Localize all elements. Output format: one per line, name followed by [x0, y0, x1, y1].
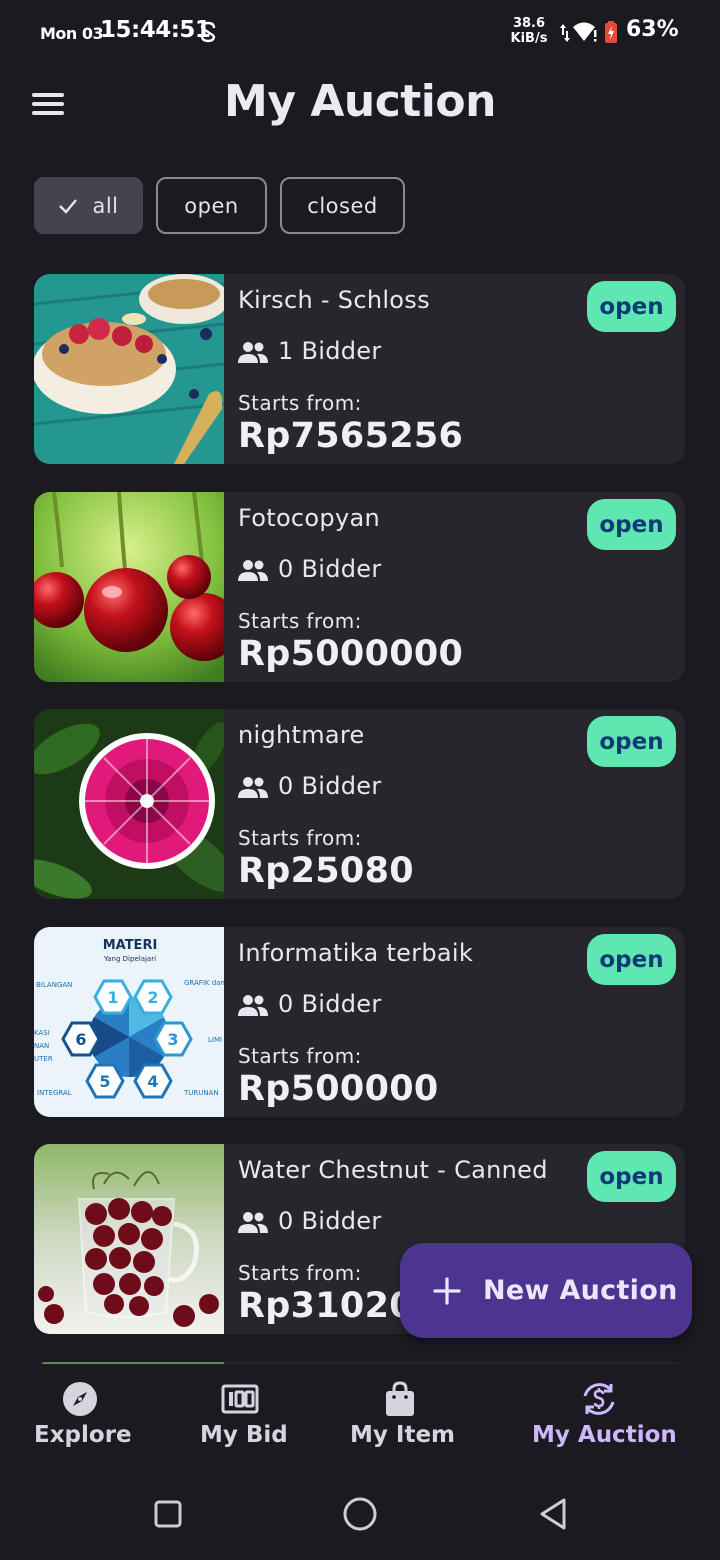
check-icon	[59, 198, 78, 214]
hex-number: 1	[107, 988, 118, 1007]
label-left-1: KASI	[34, 1029, 50, 1037]
label-turunan: TURUNAN	[183, 1089, 219, 1097]
auction-price: Rp25080	[238, 851, 414, 891]
status-badge: open	[587, 716, 676, 767]
auction-price: Rp500000	[238, 1069, 439, 1109]
page-title: My Auction	[224, 76, 496, 127]
system-navigation-bar	[0, 1474, 720, 1560]
auction-price: Rp7565256	[238, 416, 464, 456]
hex-number: 4	[147, 1072, 158, 1091]
people-icon	[238, 342, 268, 363]
people-icon	[238, 560, 268, 581]
starts-from-label: Starts from:	[238, 826, 362, 850]
currency-exchange-icon	[583, 1383, 615, 1415]
starts-from-label: Starts from:	[238, 391, 362, 415]
label-bilangan: BILANGAN	[36, 981, 72, 989]
bidder-count: 0 Bidder	[278, 555, 382, 583]
starts-from-label: Starts from:	[238, 1261, 362, 1285]
auction-thumbnail-cherries	[34, 492, 224, 682]
status-time: 15:44:51	[100, 17, 211, 43]
bidder-count: 0 Bidder	[278, 1207, 382, 1235]
filter-chip-label: open	[184, 193, 239, 218]
sync-icon	[200, 21, 216, 43]
status-badge: open	[587, 1151, 676, 1202]
auction-title: Fotocopyan	[238, 504, 380, 532]
nav-label: My Auction	[532, 1422, 677, 1448]
status-date: Mon 03	[40, 24, 104, 43]
new-auction-button[interactable]: New Auction	[400, 1243, 692, 1338]
auction-card[interactable]: Fotocopyan 0 Bidder Starts from: Rp50000…	[34, 492, 685, 682]
auction-thumbnail-materi: MATERI Yang Dipelajari BILANGAN GRAFIK d…	[34, 927, 224, 1117]
auction-title: Kirsch - Schloss	[238, 286, 430, 314]
status-badge: open	[587, 281, 676, 332]
network-speed-value: 38.6	[512, 16, 546, 31]
network-speed: 38.6 KiB/s	[505, 16, 553, 46]
hex-number: 6	[75, 1030, 86, 1049]
bidder-count: 1 Bidder	[278, 337, 382, 365]
materi-title: MATERI	[103, 938, 158, 953]
nav-label: Explore	[34, 1422, 132, 1448]
status-badge: open	[587, 499, 676, 550]
auction-card[interactable]: MATERI Yang Dipelajari BILANGAN GRAFIK d…	[34, 927, 685, 1117]
status-bar: Mon 03 15:44:51 38.6 KiB/s 63%	[0, 0, 720, 64]
back-icon[interactable]	[532, 1492, 576, 1536]
label-left-3: UTER	[34, 1055, 53, 1063]
label-integral: INTEGRAL	[37, 1089, 72, 1097]
auction-thumbnail-flower	[34, 709, 224, 899]
starts-from-label: Starts from:	[238, 1044, 362, 1068]
filter-chip-closed[interactable]: closed	[280, 177, 405, 234]
filter-chip-open[interactable]: open	[156, 177, 267, 234]
bidder-count: 0 Bidder	[278, 990, 382, 1018]
label-grafik: GRAFIK dan	[184, 979, 224, 987]
screen: Mon 03 15:44:51 38.6 KiB/s 63% My Auctio…	[0, 0, 720, 1560]
auction-price: Rp5000000	[238, 634, 464, 674]
bottom-navigation: Explore My Bid My Item My Auction	[0, 1364, 720, 1474]
status-badge: open	[587, 934, 676, 985]
shopping-bag-icon	[386, 1381, 414, 1416]
plus-icon	[433, 1276, 461, 1305]
nav-item-explore[interactable]: Explore	[20, 1364, 140, 1474]
data-arrows-icon	[560, 24, 570, 42]
nav-label: My Item	[350, 1422, 456, 1448]
bidder-count: 0 Bidder	[278, 772, 382, 800]
people-icon	[238, 995, 268, 1016]
filter-chip-label: closed	[307, 193, 378, 218]
auction-thumbnail-cherries-cup	[34, 1144, 224, 1334]
hex-number: 3	[167, 1030, 178, 1049]
nav-label: My Bid	[200, 1422, 288, 1448]
recent-apps-icon[interactable]	[146, 1492, 190, 1536]
label-left-2: NAN	[34, 1042, 49, 1050]
wifi-icon	[573, 22, 597, 42]
hex-number: 5	[99, 1072, 110, 1091]
home-icon[interactable]	[338, 1492, 382, 1536]
network-speed-unit: KiB/s	[510, 31, 548, 46]
battery-percent: 63%	[626, 17, 679, 42]
new-auction-label: New Auction	[483, 1275, 678, 1306]
battery-icon	[605, 21, 617, 43]
people-icon	[238, 1212, 268, 1233]
starts-from-label: Starts from:	[238, 609, 362, 633]
people-icon	[238, 777, 268, 798]
auction-title: Informatika terbaik	[238, 939, 474, 967]
nav-item-my-auction[interactable]: My Auction	[520, 1364, 680, 1474]
compass-icon	[63, 1382, 97, 1416]
label-limit: LIMI	[208, 1036, 222, 1044]
nav-item-my-bid[interactable]: My Bid	[180, 1364, 300, 1474]
auction-card[interactable]: nightmare 0 Bidder Starts from: Rp25080 …	[34, 709, 685, 899]
auction-title: nightmare	[238, 721, 365, 749]
auction-title: Water Chestnut - Canned	[238, 1156, 548, 1184]
filter-chip-label: all	[92, 193, 119, 218]
auction-card[interactable]: Kirsch - Schloss 1 Bidder Starts from: R…	[34, 274, 685, 464]
auction-thumbnail-granola-bowl	[34, 274, 224, 464]
hex-number: 2	[147, 988, 158, 1007]
filter-chip-all[interactable]: all	[34, 177, 143, 234]
bid-100-icon	[221, 1384, 259, 1414]
nav-item-my-item[interactable]: My Item	[340, 1364, 460, 1474]
materi-subtitle: Yang Dipelajari	[103, 955, 156, 963]
